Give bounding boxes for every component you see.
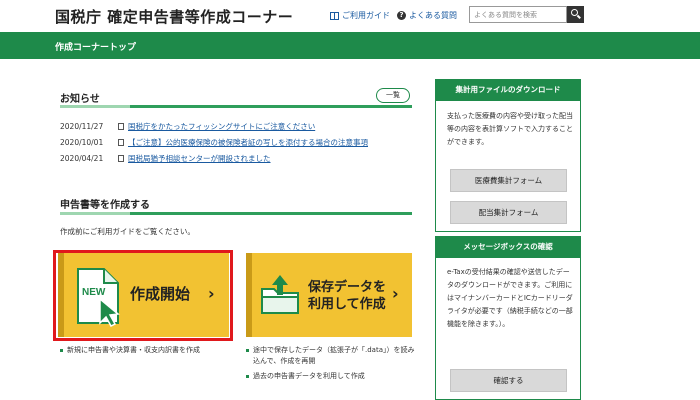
message-panel-title: メッセージボックスの確認 (435, 236, 581, 258)
news-heading: お知らせ (60, 94, 100, 105)
nav-title[interactable]: 作成コーナートップ (55, 40, 136, 53)
news-divider (60, 105, 412, 108)
dividend-form-button[interactable]: 配当集計フォーム (450, 201, 567, 224)
bullet-item: 新規に申告書や決算書・収支内訳書を作成 (60, 345, 235, 356)
guide-link-label[interactable]: ご利用ガイド (342, 10, 390, 21)
document-icon (118, 154, 124, 162)
book-icon (330, 11, 339, 20)
news-list-button[interactable]: 一覧 (376, 88, 410, 103)
download-description: 支払った医療費の内容や受け取った配当等の内容を表計算ソフトで入力することができま… (447, 112, 573, 146)
create-divider (60, 212, 412, 215)
new-document-icon: NEW (77, 268, 120, 327)
bullet-item: 途中で保存したデータ（拡張子が「.data」）を読み込んで、作成を再開 (246, 345, 416, 367)
news-link[interactable]: 国税庁をかたったフィッシングサイトにご注意ください (128, 121, 315, 132)
medical-expense-form-button[interactable]: 医療費集計フォーム (450, 169, 567, 192)
document-icon (118, 122, 124, 130)
confirm-button[interactable]: 確認する (450, 369, 567, 392)
chevron-right-icon: › (208, 284, 215, 303)
news-date: 2020/11/27 (60, 121, 104, 131)
create-heading: 申告書等を作成する (60, 200, 150, 211)
news-link[interactable]: 【ご注意】公的医療保険の被保険者証の写しを添付する場合の注意事項 (128, 137, 368, 148)
news-item: 2020/10/01 【ご注意】公的医療保険の被保険者証の写しを添付する場合の注… (60, 134, 412, 150)
start-bullets: 新規に申告書や決算書・収支内訳書を作成 (60, 345, 235, 360)
faq-link-label[interactable]: よくある質問 (409, 10, 457, 21)
new-badge: NEW (82, 287, 106, 298)
message-description: e-Taxの受付結果の確認や送信したデータのダウンロードができます。ご利用にはマ… (447, 268, 573, 328)
question-icon: ? (397, 11, 406, 20)
start-button-label: 作成開始 (130, 285, 191, 303)
search-input[interactable]: よくある質問を検索 (469, 6, 567, 23)
news-list: 2020/11/27 国税庁をかたったフィッシングサイトにご注意ください 202… (60, 118, 412, 166)
download-panel-title: 集計用ファイルのダウンロード (435, 79, 581, 101)
chevron-right-icon: › (392, 284, 399, 303)
site-title[interactable]: 国税庁 確定申告書等作成コーナー (55, 6, 293, 27)
saved-data-button[interactable]: 保存データを 利用して作成 › (246, 253, 412, 337)
saved-bullets: 途中で保存したデータ（拡張子が「.data」）を読み込んで、作成を再開 過去の申… (246, 345, 416, 386)
search-button[interactable] (567, 6, 584, 23)
site-header: 国税庁 確定申告書等作成コーナー ご利用ガイド ? よくある質問 よくある質問を… (0, 0, 700, 30)
create-note: 作成前にご利用ガイドをご覧ください。 (60, 227, 195, 236)
news-date: 2020/10/01 (60, 137, 104, 147)
folder-upload-icon (261, 275, 299, 314)
saved-button-label-line1: 保存データを (308, 280, 387, 295)
saved-button-label-line2: 利用して作成 (308, 297, 386, 312)
news-item: 2020/11/27 国税庁をかたったフィッシングサイトにご注意ください (60, 118, 412, 134)
nav-bar: 作成コーナートップ (0, 32, 700, 59)
guide-link[interactable]: ご利用ガイド (330, 10, 390, 21)
news-item: 2020/04/21 国税局猶予相談センターが開設されました (60, 150, 412, 166)
bullet-item: 過去の申告書データを利用して作成 (246, 371, 416, 382)
start-create-button[interactable]: NEW 作成開始 › (58, 253, 229, 337)
faq-link[interactable]: ? よくある質問 (397, 10, 457, 21)
document-icon (118, 138, 124, 146)
news-date: 2020/04/21 (60, 153, 104, 163)
news-link[interactable]: 国税局猶予相談センターが開設されました (128, 153, 271, 164)
